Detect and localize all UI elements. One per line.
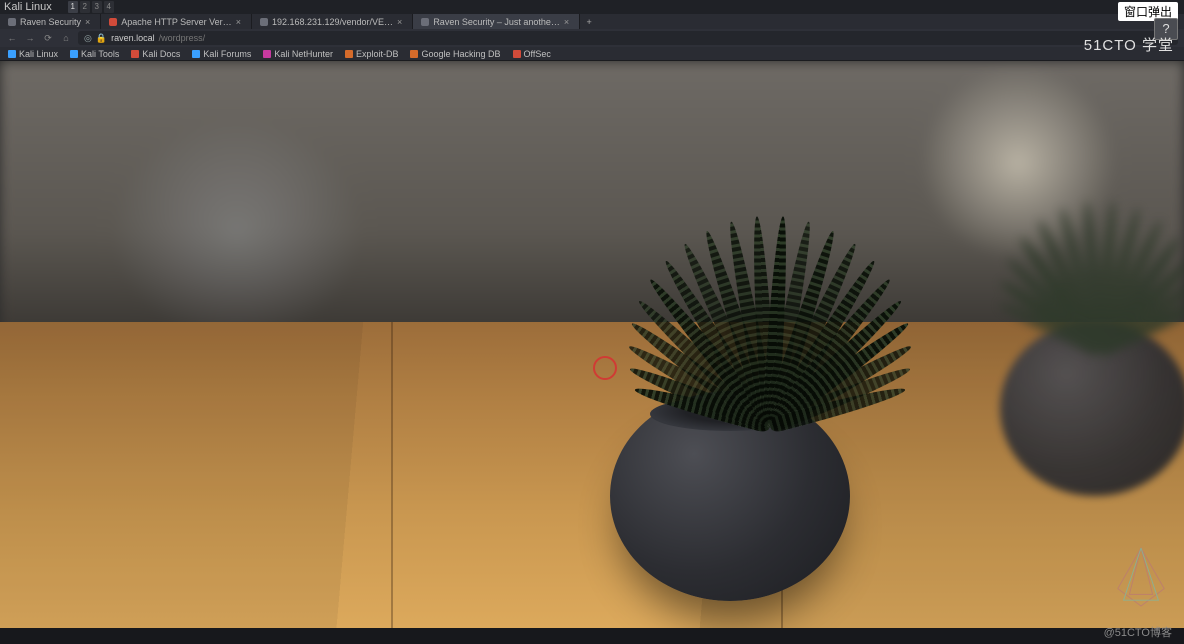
tab-favicon-icon bbox=[260, 18, 268, 26]
workspace-3[interactable]: 3 bbox=[92, 1, 102, 13]
bookmark-kali-docs[interactable]: Kali Docs bbox=[131, 49, 180, 59]
workspace-4[interactable]: 4 bbox=[104, 1, 114, 13]
bookmark-kali-nethunter[interactable]: Kali NetHunter bbox=[263, 49, 333, 59]
workspace-2[interactable]: 2 bbox=[80, 1, 90, 13]
bookmark-favicon-icon bbox=[131, 50, 139, 58]
tab-favicon-icon bbox=[421, 18, 429, 26]
url-bar[interactable]: ◎ 🔒 raven.local/wordpress/ bbox=[78, 31, 1178, 45]
tab-label: Raven Security – Just anothe… bbox=[433, 17, 560, 27]
tab-favicon-icon bbox=[109, 18, 117, 26]
workspace-switcher[interactable]: 1234 bbox=[68, 1, 114, 13]
bookmark-exploit-db[interactable]: Exploit-DB bbox=[345, 49, 399, 59]
tab-close-icon[interactable]: × bbox=[236, 17, 241, 27]
bookmark-label: Exploit-DB bbox=[356, 49, 399, 59]
tab-close-icon[interactable]: × bbox=[564, 17, 569, 27]
bookmark-label: Kali NetHunter bbox=[274, 49, 333, 59]
bookmarks-bar: Kali Linux Kali Tools Kali Docs Kali Forums… bbox=[0, 47, 1184, 61]
tab-label: 192.168.231.129/vendor/VE… bbox=[272, 17, 393, 27]
bookmark-offsec[interactable]: OffSec bbox=[513, 49, 551, 59]
hero-plant bbox=[690, 196, 850, 426]
bookmark-favicon-icon bbox=[263, 50, 271, 58]
bookmark-kali-forums[interactable]: Kali Forums bbox=[192, 49, 251, 59]
toolbar: ← → ⟳ ⌂ ◎ 🔒 raven.local/wordpress/ bbox=[0, 29, 1184, 47]
bookmark-label: OffSec bbox=[524, 49, 551, 59]
tab-close-icon[interactable]: × bbox=[397, 17, 402, 27]
bookmark-label: Kali Tools bbox=[81, 49, 119, 59]
browser-tab[interactable]: Raven Security × bbox=[0, 14, 101, 29]
bookmark-favicon-icon bbox=[192, 50, 200, 58]
hero-table bbox=[0, 322, 1184, 628]
bookmark-favicon-icon bbox=[70, 50, 78, 58]
bookmark-favicon-icon bbox=[8, 50, 16, 58]
browser-tab[interactable]: Raven Security – Just anothe… × bbox=[413, 14, 580, 29]
brand-top: 51CTO 学堂 bbox=[1084, 34, 1174, 55]
titlebar: Kali Linux 1234 bbox=[0, 0, 1184, 14]
bookmark-label: Kali Linux bbox=[19, 49, 58, 59]
bookmark-label: Kali Forums bbox=[203, 49, 251, 59]
bookmark-kali-linux[interactable]: Kali Linux bbox=[8, 49, 58, 59]
bookmark-google-hacking-db[interactable]: Google Hacking DB bbox=[410, 49, 500, 59]
tab-label: Apache HTTP Server Ver… bbox=[121, 17, 231, 27]
url-host: raven.local bbox=[111, 33, 155, 43]
page-content bbox=[0, 61, 1184, 628]
bookmark-label: Google Hacking DB bbox=[421, 49, 500, 59]
app-name: Kali Linux bbox=[4, 1, 52, 13]
home-button[interactable]: ⌂ bbox=[60, 33, 72, 43]
cursor-marker-icon bbox=[593, 356, 617, 380]
bookmark-favicon-icon bbox=[345, 50, 353, 58]
bookmark-favicon-icon bbox=[513, 50, 521, 58]
url-path: /wordpress/ bbox=[159, 33, 206, 43]
statusbar bbox=[0, 628, 1184, 644]
back-button[interactable]: ← bbox=[6, 33, 18, 43]
lock-icon: 🔒 bbox=[96, 33, 107, 44]
tab-label: Raven Security bbox=[20, 17, 81, 27]
brand-bottom: @51CTO博客 bbox=[1104, 624, 1172, 640]
tab-favicon-icon bbox=[8, 18, 16, 26]
tab-close-icon[interactable]: × bbox=[85, 17, 90, 27]
hero-plant-side bbox=[1040, 181, 1160, 351]
new-tab-button[interactable]: + bbox=[580, 14, 598, 29]
workspace-1[interactable]: 1 bbox=[68, 1, 78, 13]
bookmark-kali-tools[interactable]: Kali Tools bbox=[70, 49, 119, 59]
browser-tab[interactable]: 192.168.231.129/vendor/VE… × bbox=[252, 14, 413, 29]
browser-tab[interactable]: Apache HTTP Server Ver… × bbox=[101, 14, 252, 29]
bookmark-label: Kali Docs bbox=[142, 49, 180, 59]
tabstrip: Raven Security×Apache HTTP Server Ver…×1… bbox=[0, 14, 1184, 29]
forward-button[interactable]: → bbox=[24, 33, 36, 43]
site-logo-icon bbox=[1112, 546, 1170, 608]
reload-button[interactable]: ⟳ bbox=[42, 33, 54, 44]
shield-icon: ◎ bbox=[84, 33, 92, 44]
bookmark-favicon-icon bbox=[410, 50, 418, 58]
